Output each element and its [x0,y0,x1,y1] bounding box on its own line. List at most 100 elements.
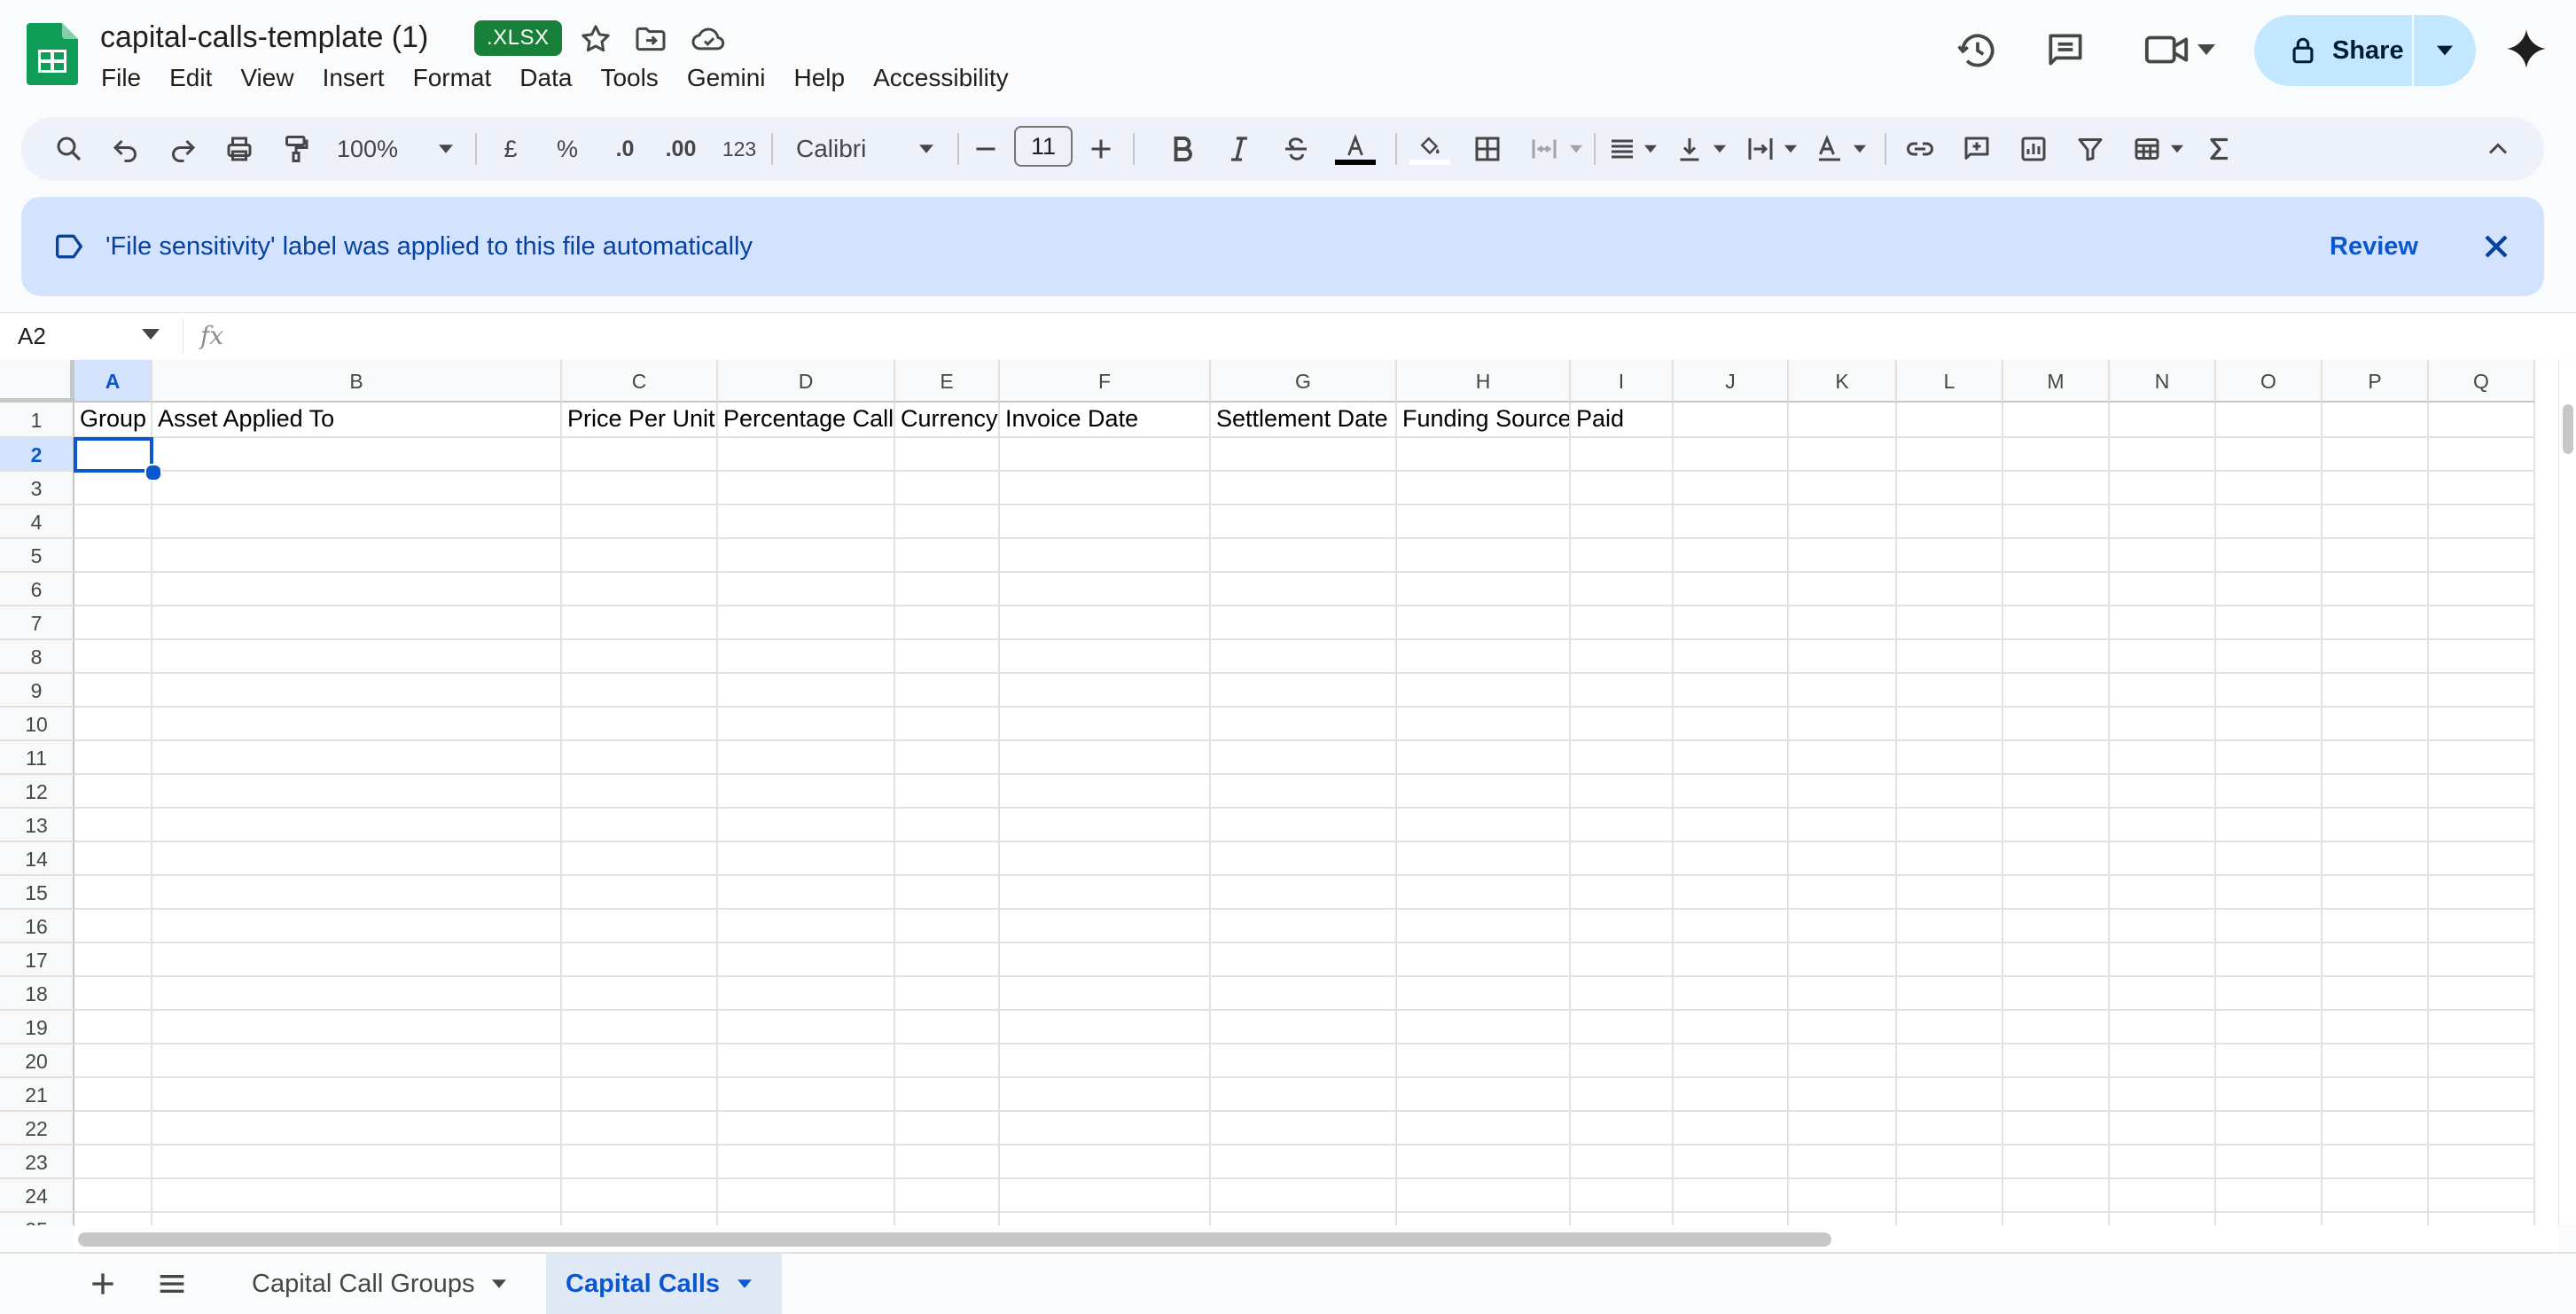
cell-a9[interactable] [74,674,152,708]
cell-n1[interactable] [2110,403,2216,438]
column-header-b[interactable]: B [152,360,562,403]
cell-m21[interactable] [2003,1078,2110,1112]
cell-g6[interactable] [1211,573,1397,606]
decrease-font-size-icon[interactable] [966,129,1005,168]
cell-k9[interactable] [1789,674,1897,708]
cell-j25[interactable] [1674,1213,1789,1225]
row-header-22[interactable]: 22 [0,1112,74,1146]
cell-q25[interactable] [2429,1213,2535,1225]
cell-d3[interactable] [718,472,895,505]
cell-d15[interactable] [718,876,895,910]
percent-format-button[interactable]: % [548,129,587,168]
cell-d6[interactable] [718,573,895,606]
cell-p14[interactable] [2322,842,2429,876]
cell-p2[interactable] [2322,438,2429,472]
column-header-o[interactable]: O [2216,360,2322,403]
cell-a21[interactable] [74,1078,152,1112]
cell-p5[interactable] [2322,539,2429,573]
cell-k24[interactable] [1789,1179,1897,1213]
cell-m22[interactable] [2003,1112,2110,1146]
cell-c12[interactable] [562,775,718,809]
cell-a17[interactable] [74,943,152,977]
cell-h24[interactable] [1397,1179,1571,1213]
currency-format-button[interactable]: £ [491,129,530,168]
cell-g17[interactable] [1211,943,1397,977]
cell-e18[interactable] [895,977,1000,1011]
add-sheet-icon[interactable] [85,1266,121,1302]
bold-icon[interactable] [1163,129,1202,168]
decrease-decimal-button[interactable]: .0 [603,129,647,168]
cell-p8[interactable] [2322,640,2429,674]
cell-j13[interactable] [1674,809,1789,842]
cell-g12[interactable] [1211,775,1397,809]
cell-e13[interactable] [895,809,1000,842]
filter-icon[interactable] [2071,129,2110,168]
cell-l10[interactable] [1897,708,2003,741]
cell-b13[interactable] [152,809,562,842]
cell-j7[interactable] [1674,606,1789,640]
menu-file[interactable]: File [87,59,155,98]
star-icon[interactable] [578,21,613,57]
cell-h7[interactable] [1397,606,1571,640]
chevron-down-icon[interactable] [1565,129,1587,168]
cell-n8[interactable] [2110,640,2216,674]
active-cell-outline[interactable] [74,437,153,473]
menu-view[interactable]: View [226,59,308,98]
cell-c22[interactable] [562,1112,718,1146]
cell-m24[interactable] [2003,1179,2110,1213]
cell-b12[interactable] [152,775,562,809]
cell-n4[interactable] [2110,505,2216,539]
column-header-c[interactable]: C [562,360,718,403]
cell-b6[interactable] [152,573,562,606]
cell-l3[interactable] [1897,472,2003,505]
cell-g7[interactable] [1211,606,1397,640]
cell-f8[interactable] [1000,640,1211,674]
cell-d17[interactable] [718,943,895,977]
cell-c7[interactable] [562,606,718,640]
column-header-d[interactable]: D [718,360,895,403]
cell-q23[interactable] [2429,1146,2535,1179]
cell-a12[interactable] [74,775,152,809]
cell-k13[interactable] [1789,809,1897,842]
row-header-5[interactable]: 5 [0,539,74,573]
cell-p19[interactable] [2322,1011,2429,1044]
cell-e5[interactable] [895,539,1000,573]
cell-k15[interactable] [1789,876,1897,910]
cell-f17[interactable] [1000,943,1211,977]
cell-c3[interactable] [562,472,718,505]
cell-l9[interactable] [1897,674,2003,708]
cell-i23[interactable] [1571,1146,1674,1179]
cell-l16[interactable] [1897,910,2003,943]
cell-o24[interactable] [2216,1179,2322,1213]
cell-n15[interactable] [2110,876,2216,910]
cell-k22[interactable] [1789,1112,1897,1146]
menu-help[interactable]: Help [780,59,860,98]
cell-n16[interactable] [2110,910,2216,943]
cell-j17[interactable] [1674,943,1789,977]
cell-h8[interactable] [1397,640,1571,674]
cell-q12[interactable] [2429,775,2535,809]
cell-o14[interactable] [2216,842,2322,876]
cell-g15[interactable] [1211,876,1397,910]
strikethrough-icon[interactable] [1276,129,1315,168]
cell-p22[interactable] [2322,1112,2429,1146]
cell-q4[interactable] [2429,505,2535,539]
cell-o7[interactable] [2216,606,2322,640]
row-header-18[interactable]: 18 [0,977,74,1011]
cell-j4[interactable] [1674,505,1789,539]
cell-q18[interactable] [2429,977,2535,1011]
increase-decimal-button[interactable]: .00 [656,129,706,168]
chevron-down-icon[interactable] [1780,129,1801,168]
cell-o15[interactable] [2216,876,2322,910]
cell-l15[interactable] [1897,876,2003,910]
cell-d7[interactable] [718,606,895,640]
cell-h19[interactable] [1397,1011,1571,1044]
increase-font-size-icon[interactable] [1081,129,1120,168]
cell-b7[interactable] [152,606,562,640]
column-header-q[interactable]: Q [2429,360,2535,403]
cell-b11[interactable] [152,741,562,775]
cell-b24[interactable] [152,1179,562,1213]
cell-p12[interactable] [2322,775,2429,809]
menu-format[interactable]: Format [399,59,506,98]
cell-k4[interactable] [1789,505,1897,539]
